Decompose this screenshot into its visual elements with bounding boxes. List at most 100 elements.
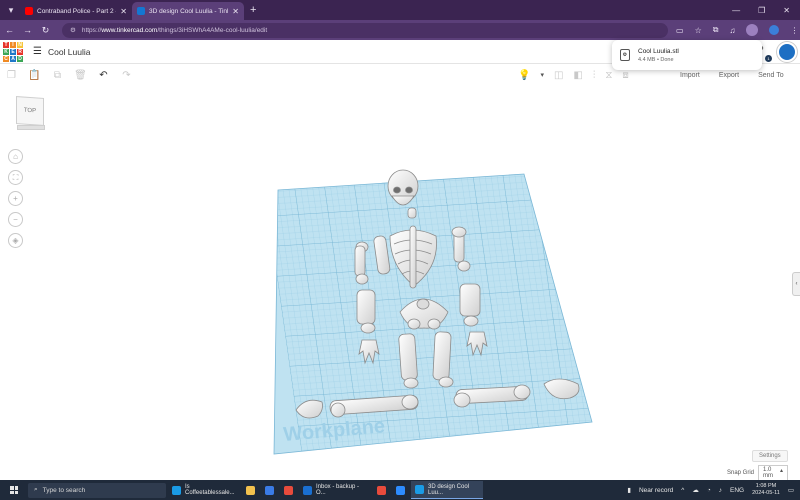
- logo-letter: R: [17, 48, 23, 55]
- snap-grid-value: 1.0 mm: [763, 467, 774, 479]
- taskbar-app-chrome-coffee[interactable]: Is Coffeetablessale...: [168, 481, 240, 499]
- panel-collapse-tab[interactable]: ‹: [792, 272, 800, 296]
- dropdown-icon[interactable]: ▾: [540, 71, 544, 79]
- logo-letter: N: [17, 41, 23, 48]
- download-file-name[interactable]: Cool Luulia.stl: [638, 48, 679, 55]
- notification-icon[interactable]: ▭: [788, 486, 794, 494]
- close-window-button[interactable]: ✕: [783, 6, 790, 15]
- window-controls: — ❐ ✕: [732, 6, 790, 15]
- view-cube-side: [17, 125, 45, 130]
- import-button[interactable]: Import: [680, 72, 700, 79]
- chrome-icon: [415, 485, 424, 494]
- widgets-icon: [246, 485, 255, 495]
- group-icon[interactable]: ◫: [554, 70, 563, 81]
- taskbar-search[interactable]: ⌕ Type to search: [28, 482, 166, 498]
- tinkercad-icon: [137, 7, 145, 15]
- outlook-icon: [303, 485, 312, 495]
- zoom-in-icon[interactable]: +: [8, 191, 23, 206]
- new-tab-button[interactable]: +: [250, 4, 256, 16]
- account-avatar[interactable]: [769, 25, 780, 35]
- taskbar-app-chrome-2[interactable]: [373, 481, 390, 499]
- home-view-icon[interactable]: ⌂: [8, 149, 23, 164]
- taskbar-app-widgets[interactable]: [242, 481, 259, 499]
- shape-tools: 💡 ▾ ◫ ◧ ⫶ ⧖ ⧈: [518, 70, 629, 81]
- taskbar-app-label: Is Coffeetablessale...: [185, 484, 235, 496]
- duplicate-icon[interactable]: ⧉: [46, 70, 69, 81]
- copy-icon[interactable]: ❐: [0, 70, 23, 81]
- logo-letter: D: [17, 55, 23, 62]
- bookmark-star-icon[interactable]: ☆: [695, 26, 702, 35]
- taskbar-app-tinkercad[interactable]: 3D design Cool Luu...: [411, 481, 483, 499]
- reload-button[interactable]: ↻: [37, 25, 54, 36]
- media-icon[interactable]: ♫: [729, 26, 735, 35]
- wifi-icon[interactable]: ◔: [707, 487, 711, 494]
- send-to-button[interactable]: Send To: [758, 72, 784, 79]
- restore-button[interactable]: ❐: [758, 6, 765, 15]
- forward-button[interactable]: →: [19, 25, 36, 35]
- taskbar-app-chrome[interactable]: [280, 481, 297, 499]
- settings-button[interactable]: Settings: [752, 450, 788, 462]
- user-avatar[interactable]: [777, 42, 797, 62]
- file-icon: ⚙: [620, 49, 630, 61]
- view-navigation: ⌂ ⛶ + − ◈: [8, 149, 23, 248]
- start-button[interactable]: [10, 486, 18, 494]
- tab-search-icon[interactable]: ▾: [2, 2, 20, 18]
- zoom-out-icon[interactable]: −: [8, 212, 23, 227]
- close-tab-icon[interactable]: ✕: [232, 7, 239, 16]
- close-tab-icon[interactable]: ✕: [120, 7, 127, 16]
- export-actions: Import Export Send To: [680, 72, 784, 79]
- taskbar-app-zoom[interactable]: [392, 481, 409, 499]
- cruise-icon[interactable]: ⧈: [622, 70, 628, 81]
- taskbar-app-outlook[interactable]: Inbox - backup - O...: [299, 481, 371, 499]
- snap-grid-select[interactable]: 1.0 mm ▴: [758, 465, 789, 481]
- weather-status[interactable]: Near record: [639, 487, 673, 494]
- more-menu-icon[interactable]: ⋮: [790, 26, 798, 35]
- ungroup-icon[interactable]: ◧: [573, 70, 582, 81]
- clock[interactable]: 1:08 PM 2024-05-11: [752, 483, 780, 497]
- workplane-scene[interactable]: Workplane: [0, 86, 800, 480]
- mirror-icon[interactable]: ⧖: [605, 70, 612, 81]
- tab-tinkercad[interactable]: 3D design Cool Luulia - Tinker… ✕: [132, 2, 244, 20]
- fit-view-icon[interactable]: ⛶: [8, 170, 23, 185]
- weather-icon[interactable]: ▮: [627, 486, 631, 494]
- delete-icon[interactable]: 🗑: [69, 70, 92, 81]
- perspective-icon[interactable]: ◈: [8, 233, 23, 248]
- chrome-icon: [172, 485, 181, 495]
- cloud-icon[interactable]: ☁: [692, 486, 699, 494]
- align-icon[interactable]: ⫶: [593, 70, 596, 81]
- redo-icon[interactable]: ↷: [115, 70, 138, 81]
- light-bulb-icon[interactable]: 💡: [518, 70, 530, 81]
- 3d-viewport[interactable]: Workplane TOP ⌂ ⛶ + − ◈ Settings Snap Gr…: [0, 86, 800, 481]
- minimize-button[interactable]: —: [732, 6, 740, 15]
- tab-title: Contraband Police - Part 2 - DI: [37, 7, 116, 15]
- view-cube[interactable]: TOP: [16, 96, 46, 131]
- cast-icon[interactable]: ▭: [676, 26, 684, 35]
- paste-icon[interactable]: 📋: [23, 70, 46, 81]
- view-cube-face[interactable]: TOP: [16, 96, 44, 126]
- profile-avatar[interactable]: [746, 24, 759, 36]
- taskbar-app-explorer[interactable]: [261, 481, 278, 499]
- download-meta: 4.4 MB • Done: [638, 56, 674, 63]
- extensions-icon[interactable]: ⧉: [713, 25, 719, 35]
- chevron-down-icon: ▴: [780, 468, 784, 474]
- logo-letter: C: [3, 55, 9, 62]
- search-icon: ⌕: [34, 486, 38, 493]
- design-title[interactable]: Cool Luulia: [48, 47, 91, 57]
- download-bubble[interactable]: ⚙ Cool Luulia.stl 4.4 MB • Done: [612, 40, 762, 70]
- design-list-icon[interactable]: ☰: [33, 46, 42, 57]
- back-button[interactable]: ←: [1, 25, 18, 35]
- address-bar[interactable]: ⚙ https://www.tinkercad.com/things/3iHSW…: [62, 22, 668, 38]
- export-button[interactable]: Export: [719, 72, 739, 79]
- chevron-up-icon[interactable]: ^: [681, 487, 684, 494]
- clock-time: 1:08 PM: [755, 483, 777, 489]
- tab-youtube[interactable]: Contraband Police - Part 2 - DI ✕: [20, 2, 132, 20]
- volume-icon[interactable]: ♪: [719, 487, 722, 494]
- chrome-icon: [377, 485, 386, 495]
- tinkercad-logo[interactable]: TIN KER CAD: [3, 41, 23, 62]
- logo-letter: I: [10, 41, 16, 48]
- site-info-icon[interactable]: ⚙: [70, 26, 76, 34]
- language-indicator[interactable]: ENG: [730, 487, 744, 494]
- system-tray: ▮ Near record ^ ☁ ◔ ♪ ENG 1:08 PM 2024-0…: [627, 483, 794, 497]
- undo-icon[interactable]: ↶: [92, 70, 115, 81]
- taskbar-app-label: 3D design Cool Luu...: [428, 483, 470, 496]
